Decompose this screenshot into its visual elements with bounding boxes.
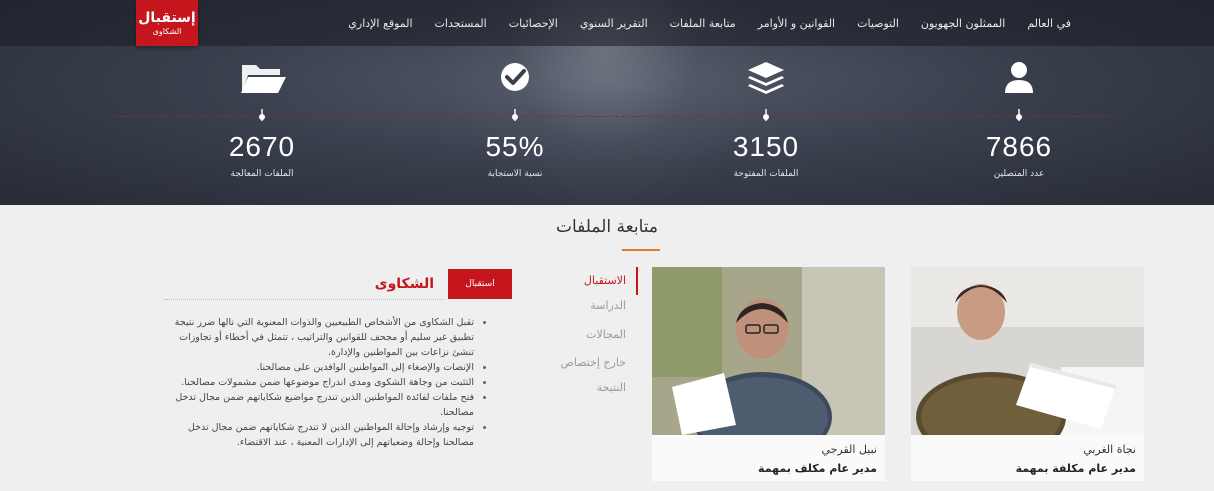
brand-main-label: إستقبال bbox=[138, 9, 196, 26]
title-underline bbox=[622, 249, 660, 251]
tab-result[interactable]: النتيجة bbox=[526, 381, 626, 394]
nav-item-annual-report[interactable]: التقرير السنوي bbox=[580, 17, 648, 30]
stat-value: 55% bbox=[485, 131, 545, 162]
stat-label: الملفات المعالجة bbox=[230, 169, 294, 179]
list-item: التثبت من وجاهة الشكوى ومدى اندراج موضوع… bbox=[174, 375, 488, 390]
nav-item-world[interactable]: في العالم bbox=[1027, 17, 1071, 30]
user-icon bbox=[1005, 62, 1033, 93]
file-tracking-section: متابعة الملفات نجاة الغربي مدير عام مكلف… bbox=[0, 205, 1214, 491]
tab-reception[interactable]: الاستقبال bbox=[526, 274, 626, 287]
stat-label: الملفات المفتوحة bbox=[733, 169, 799, 179]
nav-menu: الموقع الإداري المستجدات الإحصائيات التق… bbox=[348, 0, 1071, 46]
complaints-title: الشكاوى bbox=[374, 276, 434, 292]
stat-connected-users: 7866 عدد المتصلين bbox=[929, 55, 1109, 195]
hero-banner: الموقع الإداري المستجدات الإحصائيات التق… bbox=[0, 0, 1214, 205]
complaints-divider bbox=[164, 299, 444, 300]
stat-open-files: 3150 الملفات المفتوحة bbox=[676, 55, 856, 195]
nav-item-laws[interactable]: القوانين و الأوامر bbox=[758, 17, 835, 30]
top-navbar: الموقع الإداري المستجدات الإحصائيات التق… bbox=[0, 0, 1214, 46]
stat-dot bbox=[763, 114, 769, 120]
brand-sub-label: الشكاوى bbox=[152, 26, 182, 36]
complaints-list: تقبل الشكاوى من الأشخاص الطبيعيين والذوا… bbox=[160, 315, 512, 491]
active-tab-indicator bbox=[636, 267, 638, 295]
person-card[interactable]: نجاة الغربي مدير عام مكلفة بمهمة bbox=[911, 267, 1144, 481]
stat-dot bbox=[1016, 114, 1022, 120]
nav-item-recommendations[interactable]: التوصيات bbox=[857, 17, 899, 30]
stat-value: 7866 bbox=[985, 131, 1053, 162]
person-card[interactable]: نبيل القرجي مدير عام مكلف بمهمة bbox=[652, 267, 885, 481]
complaints-panel: استقبال الشكاوى تقبل الشكاوى من الأشخاص … bbox=[160, 267, 512, 491]
nav-item-admin-site[interactable]: الموقع الإداري bbox=[348, 17, 412, 30]
person-photo bbox=[911, 267, 1144, 435]
nav-item-file-tracking[interactable]: متابعة الملفات bbox=[670, 17, 736, 30]
layers-icon bbox=[748, 62, 784, 94]
folder-open-icon bbox=[241, 65, 286, 93]
nav-item-news[interactable]: المستجدات bbox=[435, 17, 487, 30]
person-name: نجاة الغربي bbox=[1083, 443, 1136, 456]
stat-processed-files: 2670 الملفات المعالجة bbox=[172, 55, 352, 195]
person-role: مدير عام مكلف بمهمة bbox=[758, 462, 877, 475]
check-circle-icon bbox=[501, 63, 529, 91]
stat-value: 2670 bbox=[228, 131, 296, 162]
person-role: مدير عام مكلفة بمهمة bbox=[1015, 462, 1136, 475]
nav-item-statistics[interactable]: الإحصائيات bbox=[509, 17, 558, 30]
stat-dot bbox=[259, 114, 265, 120]
tab-domains[interactable]: المجالات bbox=[526, 328, 626, 341]
stat-response-rate: 55% نسبة الاستجابة bbox=[425, 55, 605, 195]
stat-value: 3150 bbox=[732, 131, 800, 162]
list-item: تقبل الشكاوى من الأشخاص الطبيعيين والذوا… bbox=[174, 315, 488, 360]
nav-item-regional-reps[interactable]: الممثلون الجهويون bbox=[921, 17, 1005, 30]
section-title: متابعة الملفات bbox=[555, 217, 658, 237]
list-item: فتح ملفات لفائدة المواطنين الذين تندرج م… bbox=[174, 390, 488, 420]
stat-label: نسبة الاستجابة bbox=[487, 169, 543, 179]
stat-dot bbox=[512, 114, 518, 120]
person-photo bbox=[652, 267, 885, 435]
complaints-reception-button[interactable]: إستقبال الشكاوى bbox=[136, 0, 198, 46]
tab-out-of-scope[interactable]: خارج إختصاص bbox=[526, 356, 626, 369]
person-name: نبيل القرجي bbox=[821, 443, 877, 456]
reception-button[interactable]: استقبال bbox=[448, 269, 512, 299]
list-item: الإنصات والإصغاء إلى المواطنين الوافدين … bbox=[174, 360, 488, 375]
workflow-tabs: الاستقبال الدراسة المجالات خارج إختصاص ا… bbox=[528, 267, 638, 417]
stat-label: عدد المتصلين bbox=[993, 169, 1045, 179]
list-item: توجيه وإرشاد وإحالة المواطنين الذين لا ت… bbox=[174, 420, 488, 450]
tab-study[interactable]: الدراسة bbox=[526, 299, 626, 312]
